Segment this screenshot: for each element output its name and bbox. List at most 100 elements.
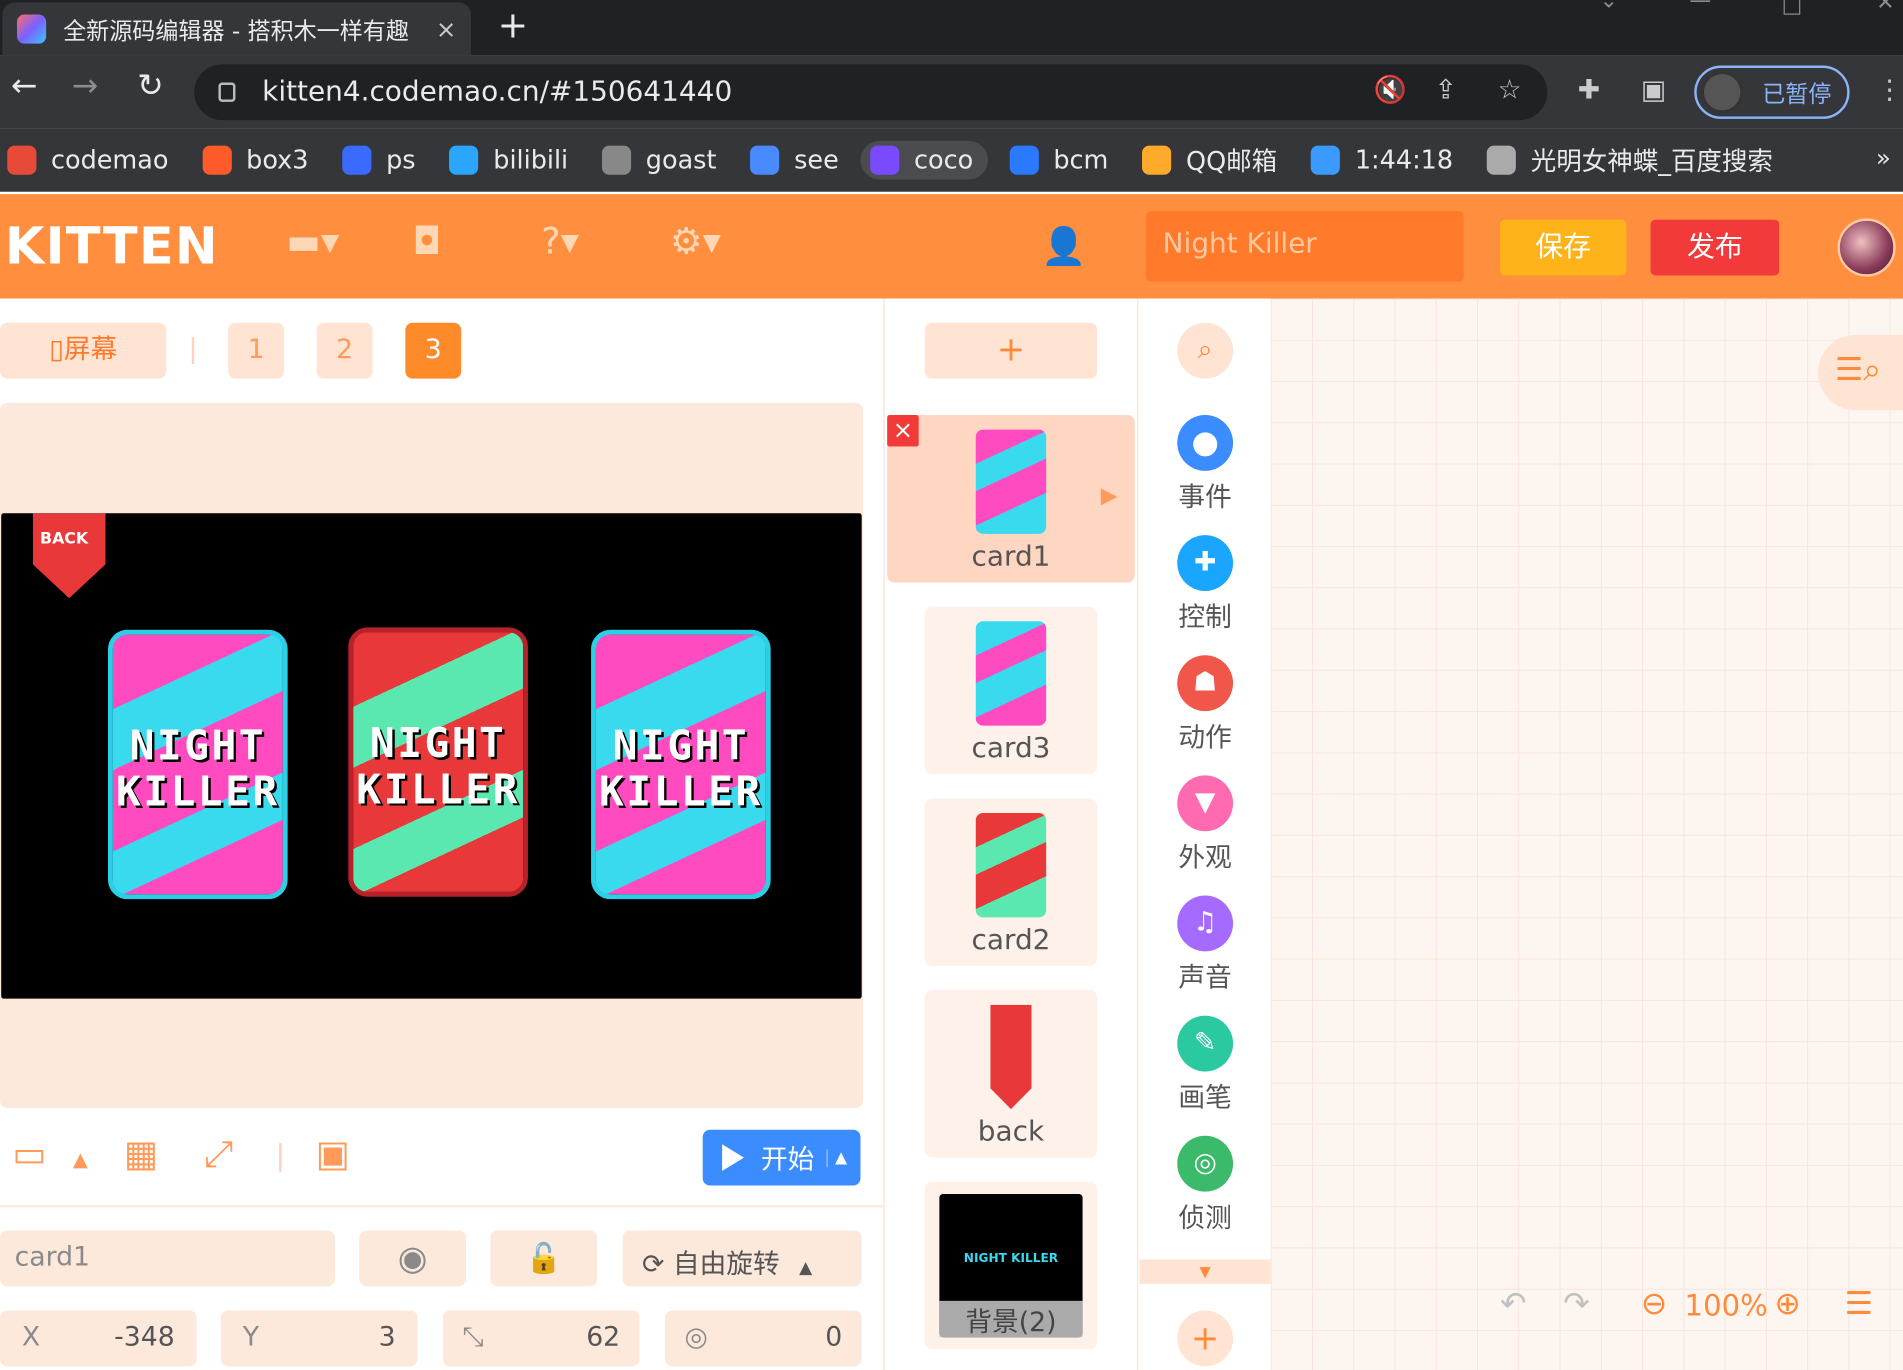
card2-thumbnail (975, 813, 1047, 918)
page-tab-3[interactable]: 3 (405, 322, 462, 379)
sprite-item-back[interactable]: back (924, 990, 1098, 1158)
address-bar[interactable]: kitten4.codemao.cn/#150641440 (194, 64, 1548, 121)
delete-sprite-icon[interactable]: × (887, 415, 919, 447)
workspace-search-icon[interactable]: ☰⌕ (1818, 334, 1903, 411)
redo-icon[interactable]: ↷ (1563, 1286, 1589, 1322)
reload-icon[interactable]: ↻ (126, 68, 175, 104)
side-panel-icon[interactable]: ▣ (1641, 75, 1666, 105)
profile-avatar (1701, 71, 1743, 113)
muted-audio-icon[interactable]: 🔇 (1374, 75, 1407, 105)
help-icon[interactable]: ?▾ (541, 221, 579, 263)
lock-toggle-icon[interactable]: 🔓 (490, 1230, 598, 1287)
size-field[interactable]: ⤡ 62 (442, 1310, 640, 1367)
bookmark-item[interactable]: 1:44:18 (1311, 145, 1453, 175)
undo-icon[interactable]: ↶ (1500, 1286, 1526, 1322)
fullscreen-icon[interactable]: ⤢ (204, 1133, 233, 1175)
add-collaborator-icon[interactable]: 👤 (1041, 226, 1086, 268)
bookmark-item[interactable]: box3 (202, 145, 308, 175)
visibility-eye-icon[interactable]: ◉ (359, 1230, 467, 1287)
category-events[interactable]: ● 事件 (1140, 415, 1271, 515)
bookmark-item[interactable]: bcm (1009, 145, 1108, 175)
grid-icon[interactable]: ▦ (124, 1133, 158, 1175)
zoom-out-icon[interactable]: ⊖ (1641, 1286, 1667, 1322)
category-motion[interactable]: ☗ 动作 (1140, 655, 1271, 755)
card3-text-line1: NIGHT (612, 722, 750, 771)
bookmark-item[interactable]: bilibili (449, 145, 568, 175)
sprite-item-card1[interactable]: card1 ▶ (887, 415, 1135, 583)
browser-menu-icon[interactable]: ⋮ (1876, 75, 1903, 105)
back-flag-label: BACK (40, 530, 89, 549)
stage-size-dropdown-icon[interactable]: ▲ (73, 1148, 88, 1171)
bookmarks-overflow-button[interactable]: » (1876, 143, 1891, 172)
stage-canvas[interactable]: BACK NIGHT KILLER NIGHT KILLER NIGHT KIL… (1, 513, 862, 999)
browser-tab[interactable]: 全新源码编辑器 - 搭积木一样有趣 × (2, 2, 471, 56)
sprite-name-input[interactable]: card1 (0, 1230, 335, 1287)
forward-arrow-icon[interactable]: → (61, 68, 110, 104)
save-button[interactable]: 保存 (1500, 219, 1627, 276)
bookmark-item[interactable]: coco (860, 140, 988, 180)
settings-gear-icon[interactable]: ⚙▾ (670, 221, 721, 263)
project-name-input[interactable]: Night Killer (1145, 211, 1464, 282)
code-workspace[interactable] (1270, 298, 1903, 1370)
card2-text-line2: KILLER (356, 765, 520, 815)
publish-button[interactable]: 发布 (1650, 219, 1780, 276)
add-extension-button[interactable]: + (1140, 1310, 1271, 1367)
bookmark-item[interactable]: ps (342, 145, 416, 175)
minimize-icon[interactable]: ⌄ (1600, 0, 1618, 13)
extensions-puzzle-icon[interactable]: ✚ (1578, 75, 1600, 105)
sprite-item-card3[interactable]: card3 (924, 606, 1098, 775)
back-sprite[interactable]: BACK (32, 513, 106, 599)
category-scroll-down-icon[interactable]: ▼ (1139, 1259, 1271, 1284)
page-tab-2[interactable]: 2 (316, 322, 373, 379)
card3-sprite[interactable]: NIGHT KILLER (591, 629, 771, 900)
window-close-button[interactable]: ✕ (1876, 0, 1894, 16)
stage-size-icon[interactable]: ▭ (12, 1133, 46, 1175)
background-thumbnail-text: NIGHT KILLER (963, 1252, 1059, 1266)
y-position-field[interactable]: Y3 (220, 1310, 418, 1367)
arrange-blocks-icon[interactable]: ☰ (1845, 1286, 1873, 1322)
bookmark-favicon-icon (1487, 145, 1517, 175)
sprite-item-card2[interactable]: card2 (924, 798, 1098, 966)
category-label: 画笔 (1178, 1083, 1232, 1114)
share-icon[interactable]: ⇪ (1435, 75, 1457, 105)
start-button[interactable]: 开始 ▲ (702, 1129, 861, 1186)
bookmark-item[interactable]: QQ邮箱 (1142, 142, 1277, 178)
start-dropdown-icon[interactable]: ▲ (826, 1148, 847, 1167)
tab-close-button[interactable]: × (436, 15, 456, 44)
add-sprite-button[interactable]: + (924, 322, 1098, 379)
bookmark-item[interactable]: goast (602, 145, 716, 175)
bookmark-item[interactable]: codemao (7, 145, 168, 175)
sprite-name: card3 (971, 732, 1051, 765)
window-maximize-button[interactable]: □ (1782, 0, 1803, 18)
category-pen[interactable]: ✎ 画笔 (1140, 1015, 1271, 1116)
bookmark-star-icon[interactable]: ☆ (1498, 75, 1522, 105)
direction-field[interactable]: ◎ 0 (665, 1310, 862, 1367)
backpack-icon[interactable]: ◘ (413, 221, 442, 263)
card3-thumbnail (975, 621, 1047, 726)
zoom-in-icon[interactable]: ⊕ (1774, 1286, 1800, 1322)
window-minimize-button[interactable]: — (1689, 0, 1711, 13)
x-position-field[interactable]: X -348 (0, 1310, 197, 1367)
bookmark-item[interactable]: 光明女神蝶_百度搜索 (1487, 142, 1773, 178)
user-avatar[interactable] (1837, 218, 1896, 277)
category-sound[interactable]: ♫ 声音 (1140, 895, 1271, 996)
profile-button[interactable]: 已暂停 (1694, 65, 1850, 119)
new-tab-button[interactable]: + (498, 5, 529, 47)
sprite-item-background[interactable]: NIGHT KILLER 背景(2) (924, 1181, 1098, 1350)
block-search-button[interactable]: ⌕ (1140, 322, 1271, 379)
card1-sprite[interactable]: NIGHT KILLER (108, 629, 288, 900)
card2-sprite[interactable]: NIGHT KILLER (348, 627, 528, 897)
category-control[interactable]: ✚ 控制 (1140, 535, 1271, 635)
category-looks[interactable]: ▼ 外观 (1140, 775, 1271, 875)
category-sensing[interactable]: ◎ 侦测 (1140, 1135, 1271, 1236)
bookmark-item[interactable]: see (750, 145, 839, 175)
screen-icon: ▯ (49, 334, 64, 366)
bookmark-favicon-icon (202, 145, 232, 175)
rotation-mode-select[interactable]: ⟳ 自由旋转 ▲ (622, 1230, 862, 1287)
expand-arrow-icon[interactable]: ▶ (1101, 483, 1118, 508)
back-arrow-icon[interactable]: ← (0, 68, 49, 104)
folder-menu-icon[interactable]: ▬▾ (286, 221, 339, 263)
play-preview-icon[interactable]: ▣ (316, 1133, 350, 1175)
page-tab-1[interactable]: 1 (228, 322, 284, 379)
screen-button[interactable]: ▯屏幕 (0, 322, 167, 379)
